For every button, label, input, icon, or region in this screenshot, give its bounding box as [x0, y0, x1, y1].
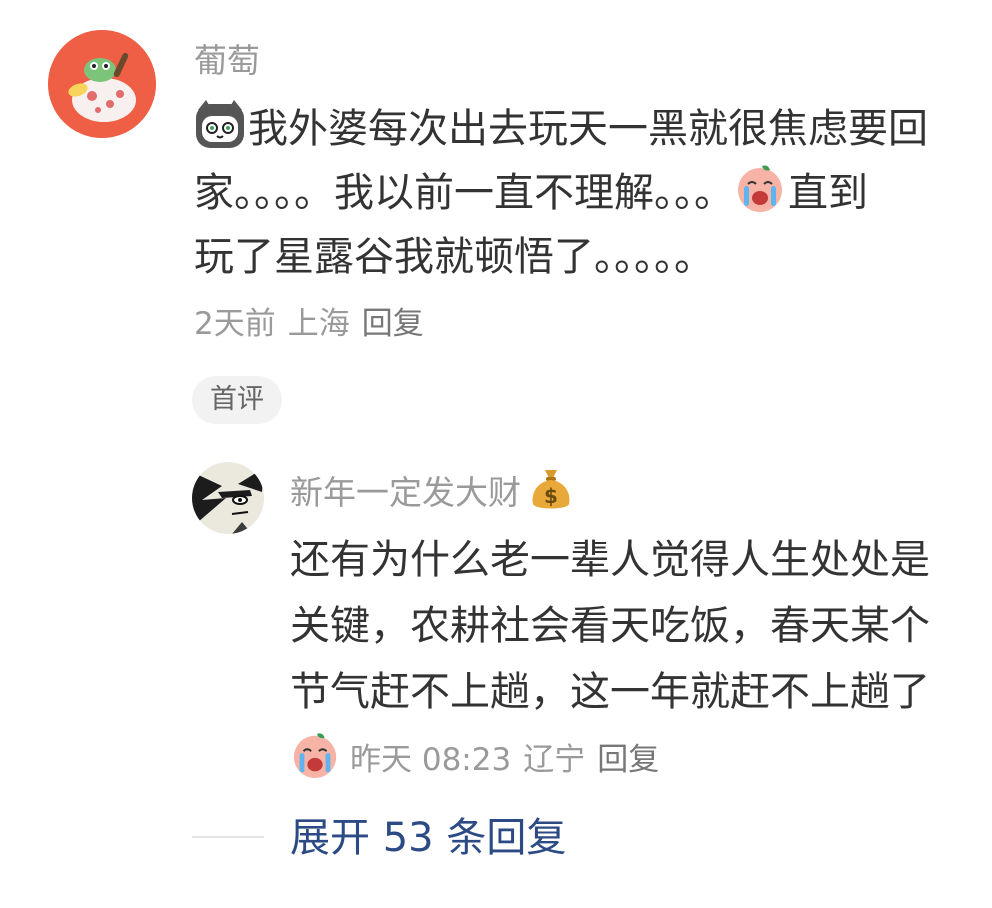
comment-line: 家。。。。我以前一直不理解。。。 直到 [194, 161, 964, 225]
reply-author[interactable]: 新年一定发大财 $ [290, 466, 573, 518]
crying-emoji-icon [293, 733, 337, 779]
reply-avatar[interactable] [192, 462, 264, 534]
reply-line: 还有为什么老一辈人觉得人生处处是 [290, 537, 930, 583]
comment-thread: 葡萄 我外婆每次出去玩天一黑就很焦虑要回 家。。。。我以前一直不理解。。。 直到 … [0, 0, 992, 908]
reply-text: 还有为什么老一辈人觉得人生处处是 关键，农耕社会看天吃饭，春天某个 节气赶不上趟… [290, 527, 970, 725]
reply-author-name: 新年一定发大财 [290, 473, 521, 512]
comment-meta: 2天前 上海 回复 [194, 302, 424, 346]
first-comment-badge: 首评 [192, 376, 282, 424]
crying-emoji-icon [738, 165, 782, 212]
comment-line-text: 我外婆每次出去玩天一黑就很焦虑要回 [248, 106, 928, 152]
avatar[interactable] [48, 30, 156, 138]
comment-line: 我外婆每次出去玩天一黑就很焦虑要回 [194, 97, 964, 161]
comment-line: 玩了星露谷我就顿悟了。。。。。 [194, 225, 964, 289]
reply-line: 节气赶不上趟，这一年就赶不上趟了 [290, 669, 930, 715]
reply-meta: 昨天 08:23 辽宁 回复 [290, 730, 659, 785]
comment-author[interactable]: 葡萄 [194, 38, 260, 84]
comment-line-text: 家。。。。我以前一直不理解。。。 [194, 170, 734, 216]
divider [192, 836, 264, 838]
money-bag-icon: $ [532, 470, 570, 509]
reply-button[interactable]: 回复 [362, 306, 424, 342]
comment-location: 上海 [287, 306, 350, 342]
svg-text:$: $ [544, 484, 558, 508]
comment-line-text: 直到 [788, 170, 868, 216]
expand-replies-button[interactable]: 展开 53 条回复 [290, 812, 566, 864]
comment-line-text: 玩了星露谷我就顿悟了。。。。。 [194, 234, 714, 280]
comment-time: 2天前 [194, 306, 276, 342]
cartoon-avatar-icon [48, 30, 156, 138]
reply-location: 辽宁 [523, 742, 586, 778]
anime-avatar-icon [192, 462, 264, 534]
reply-reply-button[interactable]: 回复 [597, 742, 659, 778]
reply-time: 昨天 08:23 [350, 742, 512, 778]
cat-emoji-icon [196, 100, 244, 148]
reply-line: 关键，农耕社会看天吃饭，春天某个 [290, 603, 930, 649]
comment-text: 我外婆每次出去玩天一黑就很焦虑要回 家。。。。我以前一直不理解。。。 直到 玩了星… [194, 97, 964, 289]
